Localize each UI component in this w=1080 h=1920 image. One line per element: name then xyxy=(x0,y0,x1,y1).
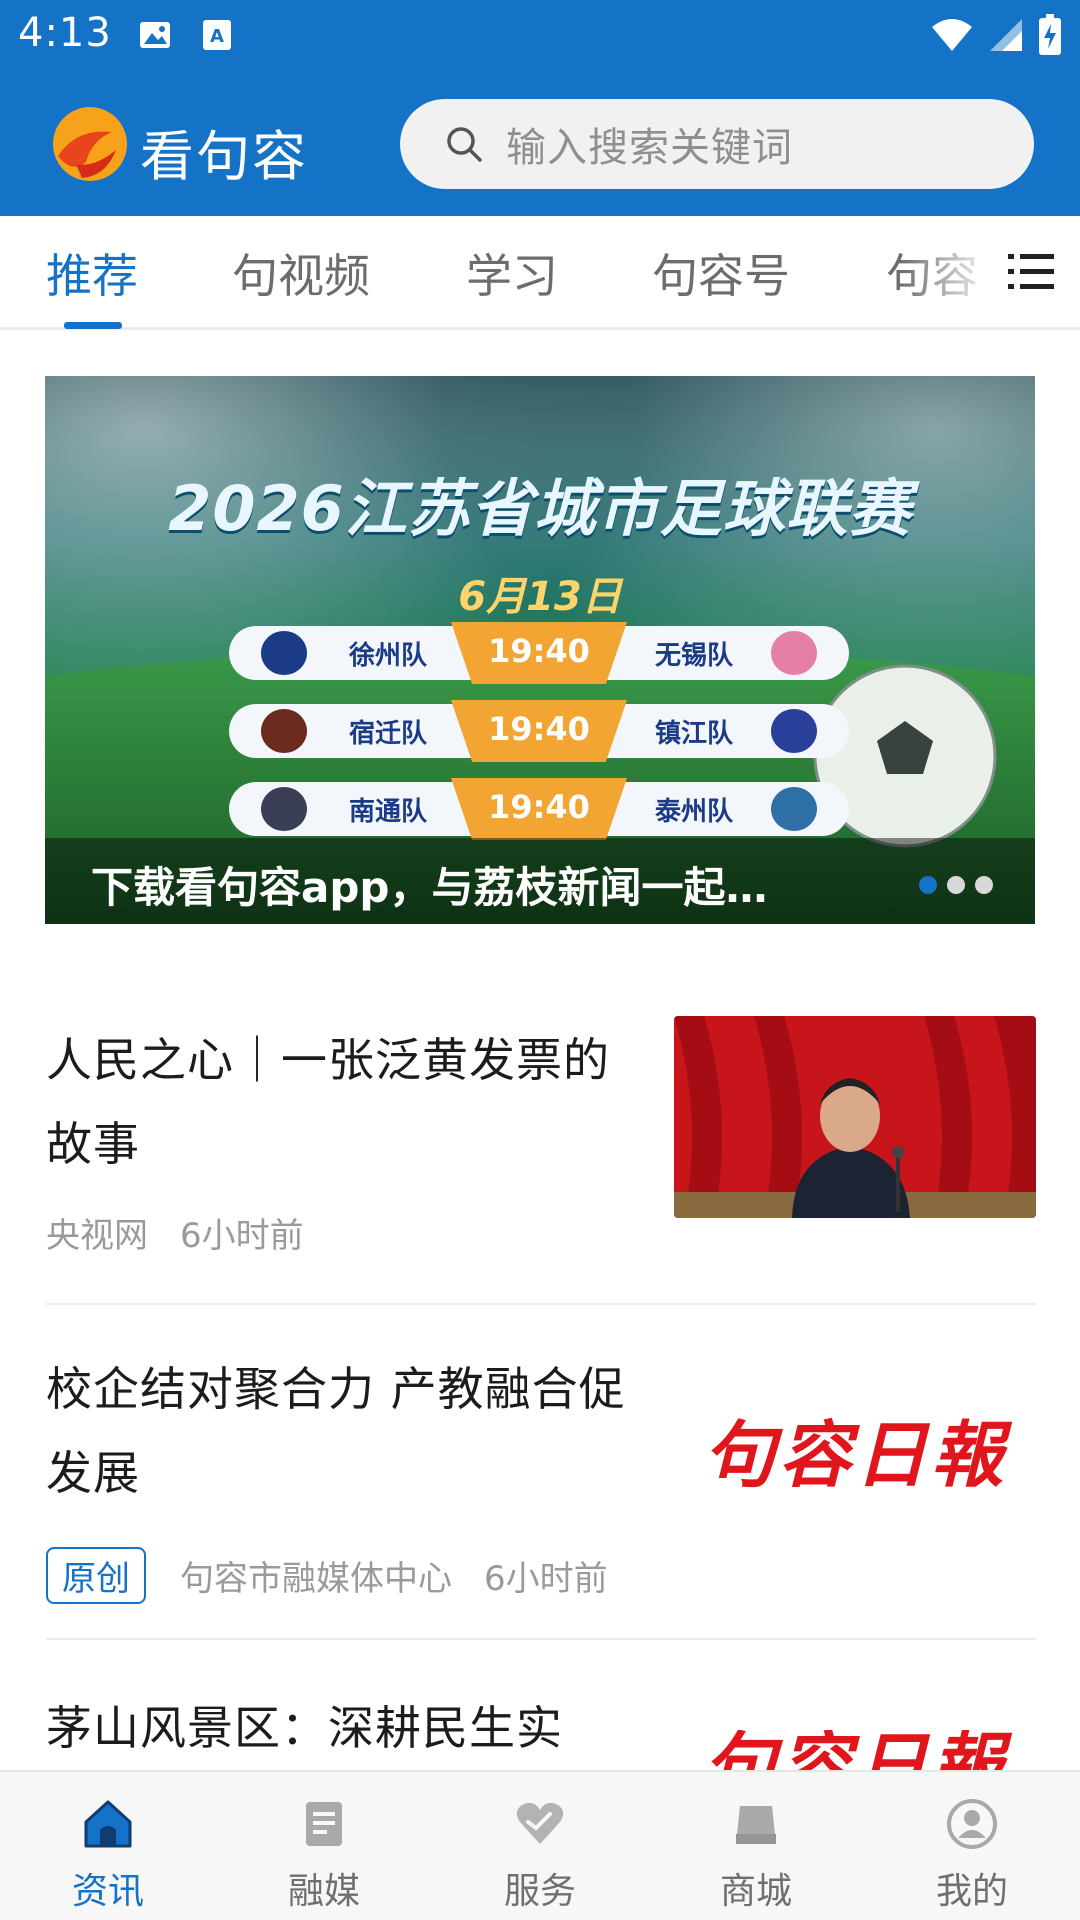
banner-dot-active[interactable] xyxy=(919,876,937,894)
tab-study[interactable]: 学习 xyxy=(466,240,558,306)
match-away-team: 镇江队 xyxy=(655,719,734,749)
banner-caption: 下载看句容app，与荔枝新闻一起… xyxy=(91,863,768,912)
banner-title: 2026江苏省城市足球联赛 xyxy=(168,472,912,545)
text-notification-icon: A xyxy=(203,20,231,50)
match-row: 宿迁队 19:40 镇江队 xyxy=(229,700,849,762)
masthead-text: 句容日報 xyxy=(703,1730,1007,1770)
tab-video[interactable]: 句视频 xyxy=(232,240,370,306)
home-icon xyxy=(84,1800,132,1848)
match-row: 南通队 19:40 泰州队 xyxy=(229,778,849,840)
news-time: 6小时前 xyxy=(484,1559,608,1599)
shopping-bag-icon xyxy=(736,1806,776,1844)
match-time: 19:40 xyxy=(488,788,590,826)
team-badge-suqian xyxy=(261,709,307,753)
news-title[interactable]: 茅山风景区：深耕民生实 xyxy=(46,1686,636,1770)
news-divider xyxy=(46,1303,1036,1305)
status-system-icons xyxy=(930,14,1062,56)
news-thumbnail-masthead[interactable]: 句容日報 xyxy=(674,1730,1036,1770)
original-tag: 原创 xyxy=(46,1547,146,1604)
heart-icon xyxy=(516,1802,564,1844)
banner-date: 6月13日 xyxy=(458,574,622,620)
news-divider xyxy=(46,1638,1036,1640)
news-source: 句容市融媒体中心 xyxy=(180,1559,452,1599)
news-source: 央视网 xyxy=(46,1216,148,1256)
app-name: 看句容 xyxy=(140,125,308,188)
channel-tabs: 推荐 句视频 学习 句容号 句容 xyxy=(0,216,1080,330)
team-badge-taizhou xyxy=(771,787,817,831)
status-bar: 4:13 A xyxy=(0,0,1080,72)
news-item[interactable]: 人民之心｜一张泛黄发票的故事 央视网 6小时前 xyxy=(46,1016,1036,1268)
nav-profile[interactable]: 我的 xyxy=(864,1772,1080,1920)
match-time: 19:40 xyxy=(488,710,590,748)
nav-label: 资讯 xyxy=(71,1871,144,1912)
document-icon xyxy=(306,1802,342,1846)
news-title[interactable]: 人民之心｜一张泛黄发票的故事 xyxy=(46,1018,636,1186)
battery-charging-icon xyxy=(1039,14,1061,55)
image-icon xyxy=(140,22,170,48)
tab-jurong-account[interactable]: 句容号 xyxy=(652,240,790,306)
news-time: 6小时前 xyxy=(180,1216,304,1256)
banner-carousel[interactable]: 2026江苏省城市足球联赛 6月13日 徐州队 19:40 无锡队 宿迁队 19… xyxy=(45,376,1035,924)
match-home-team: 南通队 xyxy=(349,797,428,827)
team-badge-zhenjiang xyxy=(771,709,817,753)
match-away-team: 泰州队 xyxy=(655,797,734,827)
nav-news[interactable]: 资讯 xyxy=(0,1772,216,1920)
nav-label: 融媒 xyxy=(287,1871,360,1912)
nav-label: 服务 xyxy=(503,1871,576,1912)
nav-media[interactable]: 融媒 xyxy=(216,1772,432,1920)
match-home-team: 宿迁队 xyxy=(349,719,428,749)
tabs-fade xyxy=(900,216,1020,326)
status-notification-icons: A xyxy=(138,18,232,52)
nav-mall[interactable]: 商城 xyxy=(648,1772,864,1920)
search-input[interactable]: 输入搜索关键词 xyxy=(400,99,1034,189)
match-away-team: 无锡队 xyxy=(655,641,734,671)
banner-dot[interactable] xyxy=(975,876,993,894)
tab-recommend[interactable]: 推荐 xyxy=(46,240,138,306)
news-meta: 原创 句容市融媒体中心 6小时前 xyxy=(46,1547,608,1604)
banner-pagination xyxy=(919,876,993,894)
match-row: 徐州队 19:40 无锡队 xyxy=(229,622,849,684)
news-meta: 央视网 6小时前 xyxy=(46,1208,304,1257)
wifi-icon xyxy=(932,19,972,51)
team-badge-nantong xyxy=(261,787,307,831)
match-time: 19:40 xyxy=(488,632,590,670)
match-home-team: 徐州队 xyxy=(349,641,428,671)
app-header: 4:13 A 看句容 输入搜索关键词 xyxy=(0,0,1080,216)
news-thumbnail-photo[interactable] xyxy=(674,1016,1036,1218)
news-thumbnail-masthead[interactable]: 句容日報 xyxy=(674,1347,1036,1549)
status-time: 4:13 xyxy=(18,10,112,56)
signal-icon xyxy=(990,19,1022,51)
search-placeholder: 输入搜索关键词 xyxy=(506,125,793,171)
banner-dot[interactable] xyxy=(947,876,965,894)
nav-label: 我的 xyxy=(935,1871,1008,1912)
bottom-navigation: 资讯 融媒 服务 商城 我的 xyxy=(0,1770,1080,1920)
news-item[interactable]: 茅山风景区：深耕民生实 句容日報 xyxy=(46,1686,1036,1770)
app-logo-icon xyxy=(53,107,127,181)
list-menu-icon[interactable] xyxy=(1008,252,1056,292)
team-badge-xuzhou xyxy=(261,631,307,675)
team-badge-wuxi xyxy=(771,631,817,675)
news-item[interactable]: 校企结对聚合力 产教融合促发展 原创 句容市融媒体中心 6小时前 句容日報 xyxy=(46,1347,1036,1607)
nav-label: 商城 xyxy=(719,1871,792,1912)
active-tab-indicator xyxy=(64,322,122,329)
news-title[interactable]: 校企结对聚合力 产教融合促发展 xyxy=(46,1347,636,1515)
svg-text:A: A xyxy=(210,26,224,47)
user-icon xyxy=(947,1799,997,1849)
search-icon xyxy=(447,127,482,162)
masthead-text: 句容日報 xyxy=(702,1411,1007,1497)
nav-services[interactable]: 服务 xyxy=(432,1772,648,1920)
